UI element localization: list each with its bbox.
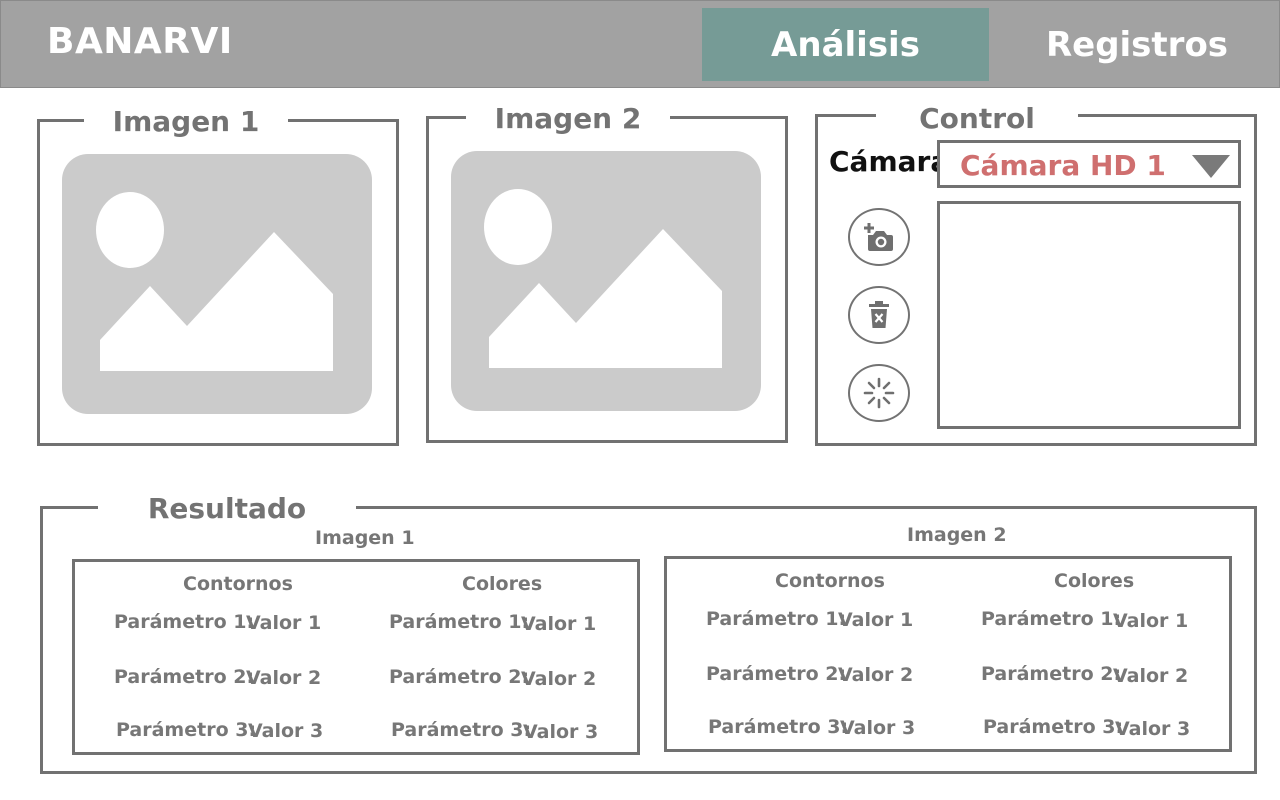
param-value: Valor 1 xyxy=(246,612,322,634)
image-placeholder-icon xyxy=(451,151,761,411)
camera-label: Cámara xyxy=(829,145,950,178)
param-value: Valor 3 xyxy=(840,717,916,739)
camera-selected-value: Cámara HD 1 xyxy=(960,149,1166,182)
param-label: Parámetro 2: xyxy=(706,663,847,685)
camera-select[interactable]: Cámara HD 1 xyxy=(937,140,1241,188)
param-value: Valor 1 xyxy=(838,609,914,631)
delete-button[interactable] xyxy=(848,286,910,344)
param-label: Parámetro 2: xyxy=(114,666,255,688)
column-heading-contornos: Contornos xyxy=(183,573,293,595)
param-value: Valor 2 xyxy=(838,664,914,686)
top-bar: BANARVI Análisis Registros xyxy=(0,0,1280,88)
image-placeholder-icon xyxy=(62,154,372,414)
camera-preview xyxy=(937,201,1241,429)
delete-icon xyxy=(869,301,889,328)
param-label: Parámetro 1: xyxy=(389,611,530,633)
results-image2-title: Imagen 2 xyxy=(907,524,1007,546)
app-title: BANARVI xyxy=(47,21,233,62)
param-label: Parámetro 2: xyxy=(981,663,1122,685)
param-value: Valor 2 xyxy=(521,668,597,690)
image2-title: Imagen 2 xyxy=(466,99,670,137)
column-heading-colores: Colores xyxy=(462,573,543,595)
param-value: Valor 1 xyxy=(1113,610,1189,632)
tab-registros[interactable]: Registros xyxy=(1001,8,1273,81)
param-label: Parámetro 1: xyxy=(981,608,1122,630)
results-title: Resultado xyxy=(98,489,356,527)
param-label: Parámetro 3: xyxy=(983,716,1124,738)
param-value: Valor 2 xyxy=(246,667,322,689)
param-label: Parámetro 1: xyxy=(114,611,255,633)
param-label: Parámetro 2: xyxy=(389,666,530,688)
chevron-down-icon[interactable] xyxy=(1192,155,1230,178)
param-value: Valor 3 xyxy=(1115,718,1191,740)
image1-title: Imagen 1 xyxy=(84,102,288,140)
param-label: Parámetro 1: xyxy=(706,608,847,630)
tab-analisis[interactable]: Análisis xyxy=(702,8,989,81)
param-label: Parámetro 3: xyxy=(391,719,532,741)
process-button[interactable] xyxy=(848,364,910,422)
param-label: Parámetro 3: xyxy=(116,719,257,741)
param-value: Valor 2 xyxy=(1113,665,1189,687)
param-label: Parámetro 3: xyxy=(708,716,849,738)
param-value: Valor 3 xyxy=(523,721,599,743)
loading-spinner-icon xyxy=(863,377,895,409)
add-camera-icon xyxy=(864,223,893,251)
column-heading-colores: Colores xyxy=(1054,570,1135,592)
param-value: Valor 3 xyxy=(248,720,324,742)
control-title: Control xyxy=(876,99,1078,137)
results-image1-title: Imagen 1 xyxy=(315,527,415,549)
param-value: Valor 1 xyxy=(521,613,597,635)
capture-button[interactable] xyxy=(848,208,910,266)
column-heading-contornos: Contornos xyxy=(775,570,885,592)
